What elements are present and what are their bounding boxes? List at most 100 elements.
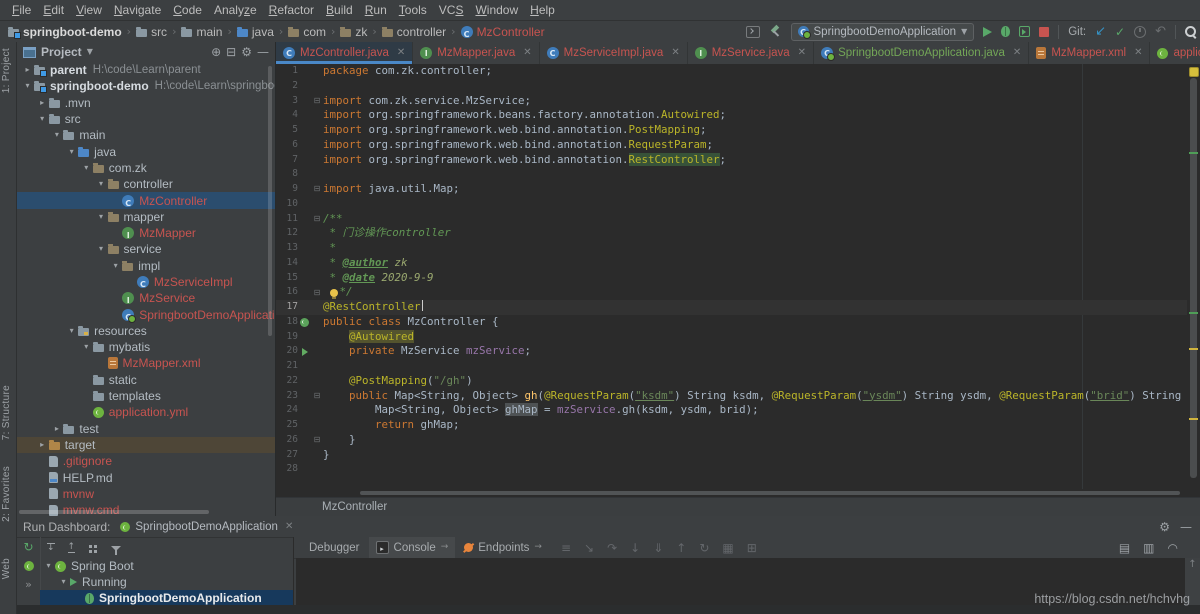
code-line-25[interactable]: 25 return ghMap;: [276, 418, 1187, 433]
menu-analyze[interactable]: Analyze: [208, 0, 263, 20]
chevron-collapsed-icon[interactable]: ▸: [36, 99, 49, 107]
code-line-9[interactable]: 9⊟import java.util.Map;: [276, 182, 1187, 197]
code-line-14[interactable]: 14 * @author zk: [276, 256, 1187, 271]
chevron-expanded-icon[interactable]: ▾: [50, 131, 63, 139]
code-line-19[interactable]: 19 @Autowired: [276, 330, 1187, 345]
menu-run[interactable]: Run: [359, 0, 393, 20]
chevron-collapsed-icon[interactable]: ▸: [50, 425, 63, 433]
breadcrumb-item-MzController[interactable]: MzController: [461, 25, 545, 39]
tree-row-templates[interactable]: templates: [17, 388, 275, 404]
stripe-web[interactable]: Web: [1, 558, 15, 579]
hide-stripe-icon[interactable]: »: [25, 579, 32, 590]
editor-tab-application.yml[interactable]: application.yml✕: [1150, 42, 1200, 64]
editor-horizontal-scrollbar[interactable]: [360, 491, 1180, 495]
close-tab-icon[interactable]: ✕: [1134, 48, 1142, 58]
code-line-15[interactable]: 15 * @date 2020-9-9: [276, 271, 1187, 286]
breadcrumb-item-com[interactable]: com: [288, 25, 326, 39]
dashboard-row-spring-boot[interactable]: ▾Spring Boot: [40, 558, 293, 574]
code-editor[interactable]: 1package com.zk.controller;23⊟import com…: [276, 64, 1187, 489]
split-console-icon[interactable]: ▥: [1143, 542, 1154, 554]
fold-marker-icon[interactable]: ⊟: [311, 289, 323, 297]
code-line-1[interactable]: 1package com.zk.controller;: [276, 64, 1187, 79]
menu-code[interactable]: Code: [167, 0, 208, 20]
tree-row-mzservice[interactable]: MzService: [17, 290, 275, 306]
close-tab-icon[interactable]: ✕: [798, 48, 806, 58]
search-everywhere-icon[interactable]: [1185, 26, 1196, 37]
spring-bean-gutter-icon[interactable]: [298, 318, 311, 327]
code-line-27[interactable]: 27}: [276, 448, 1187, 463]
run-to-cursor-icon[interactable]: ↻: [699, 542, 709, 554]
chevron-expanded-icon[interactable]: ▾: [109, 262, 122, 270]
code-line-23[interactable]: 23⊟ public Map<String, Object> gh(@Reque…: [276, 389, 1187, 404]
tree-row-resources[interactable]: ▾resources: [17, 323, 275, 339]
breadcrumb-item-java[interactable]: java: [237, 25, 274, 39]
tab-endpoints[interactable]: Endpoints→: [457, 537, 549, 558]
chevron-expanded-icon[interactable]: ▾: [57, 578, 70, 586]
spring-boot-icon[interactable]: [24, 561, 34, 571]
chevron-expanded-icon[interactable]: ▾: [21, 82, 34, 90]
stop-button[interactable]: [1039, 27, 1049, 37]
tab-debugger[interactable]: Debugger: [302, 537, 367, 558]
editor-tab-mzservice.java[interactable]: MzService.java✕: [688, 42, 814, 64]
collapse-all-icon[interactable]: ↑: [68, 543, 76, 553]
step-over-icon[interactable]: ↷: [607, 542, 617, 554]
tree-row-mapper[interactable]: ▾mapper: [17, 209, 275, 225]
close-icon[interactable]: ✕: [285, 522, 293, 532]
show-execution-point-icon[interactable]: ↘: [584, 542, 594, 554]
group-by-icon[interactable]: [89, 545, 92, 548]
chevron-expanded-icon[interactable]: ▾: [65, 148, 78, 156]
coverage-button[interactable]: [1019, 26, 1030, 37]
menu-view[interactable]: View: [70, 0, 108, 20]
hide-panel-icon[interactable]: —: [257, 46, 269, 58]
chevron-expanded-icon[interactable]: ▾: [65, 327, 78, 335]
tree-row-application.yml[interactable]: application.yml: [17, 404, 275, 420]
code-line-16[interactable]: 16⊟ */: [276, 285, 1187, 300]
stripe----structure[interactable]: 7: Structure: [1, 385, 15, 440]
menu-navigate[interactable]: Navigate: [108, 0, 167, 20]
close-tab-icon[interactable]: ✕: [1013, 48, 1021, 58]
evaluate-icon[interactable]: ▦: [722, 542, 733, 554]
step-into-icon[interactable]: ↓: [630, 542, 640, 554]
chevron-expanded-icon[interactable]: ▾: [80, 164, 93, 172]
chevron-expanded-icon[interactable]: ▾: [36, 115, 49, 123]
menu-window[interactable]: Window: [469, 0, 524, 20]
error-stripe[interactable]: [1187, 64, 1200, 497]
tree-row-controller[interactable]: ▾controller: [17, 176, 275, 192]
tree-row-mvnw[interactable]: mvnw: [17, 486, 275, 502]
expand-all-icon[interactable]: ↓: [47, 543, 55, 553]
code-line-12[interactable]: 12 * 门诊操作controller: [276, 226, 1187, 241]
code-line-7[interactable]: 7import org.springframework.web.bind.ann…: [276, 153, 1187, 168]
breadcrumb-item-src[interactable]: src: [136, 25, 167, 39]
code-line-18[interactable]: 18public class MzController {: [276, 315, 1187, 330]
git-history-icon[interactable]: [1134, 26, 1146, 38]
close-tab-icon[interactable]: ✕: [397, 48, 405, 58]
chevron-collapsed-icon[interactable]: ▸: [36, 441, 49, 449]
fold-marker-icon[interactable]: ⊟: [311, 97, 323, 105]
code-line-13[interactable]: 13 *: [276, 241, 1187, 256]
locate-file-icon[interactable]: ⊕: [211, 46, 221, 58]
code-line-21[interactable]: 21: [276, 359, 1187, 374]
close-tab-icon[interactable]: ✕: [671, 48, 679, 58]
tree-row-help.md[interactable]: HELP.md: [17, 469, 275, 485]
code-line-8[interactable]: 8: [276, 167, 1187, 182]
trace-icon[interactable]: ⊞: [747, 542, 757, 554]
tree-row-parent[interactable]: ▸parentH:\code\Learn\parent: [17, 62, 275, 78]
fold-marker-icon[interactable]: ⊟: [311, 392, 323, 400]
close-tab-icon[interactable]: ✕: [523, 48, 531, 58]
force-step-into-icon[interactable]: ⇓: [653, 542, 663, 554]
menu-help[interactable]: Help: [524, 0, 561, 20]
collapse-all-icon[interactable]: ⊟: [226, 46, 236, 58]
editor-tab-mzserviceimpl.java[interactable]: MzServiceImpl.java✕: [540, 42, 688, 64]
dashboard-row-springbootdemoapplication[interactable]: SpringbootDemoApplication: [40, 590, 293, 605]
menu-vcs[interactable]: VCS: [433, 0, 470, 20]
code-line-28[interactable]: 28: [276, 462, 1187, 477]
tree-row-springbootdemoapplication[interactable]: SpringbootDemoApplication: [17, 306, 275, 322]
git-commit-icon[interactable]: ✓: [1115, 26, 1125, 38]
tab-console[interactable]: Console→: [369, 537, 456, 558]
project-vertical-scrollbar[interactable]: [268, 66, 272, 336]
menu-edit[interactable]: Edit: [37, 0, 70, 20]
run-configuration-select[interactable]: SpringbootDemoApplication ▼: [791, 23, 975, 41]
tree-row-impl[interactable]: ▾impl: [17, 258, 275, 274]
intention-bulb-icon[interactable]: [330, 289, 338, 297]
chevron-collapsed-icon[interactable]: ▸: [21, 66, 34, 74]
